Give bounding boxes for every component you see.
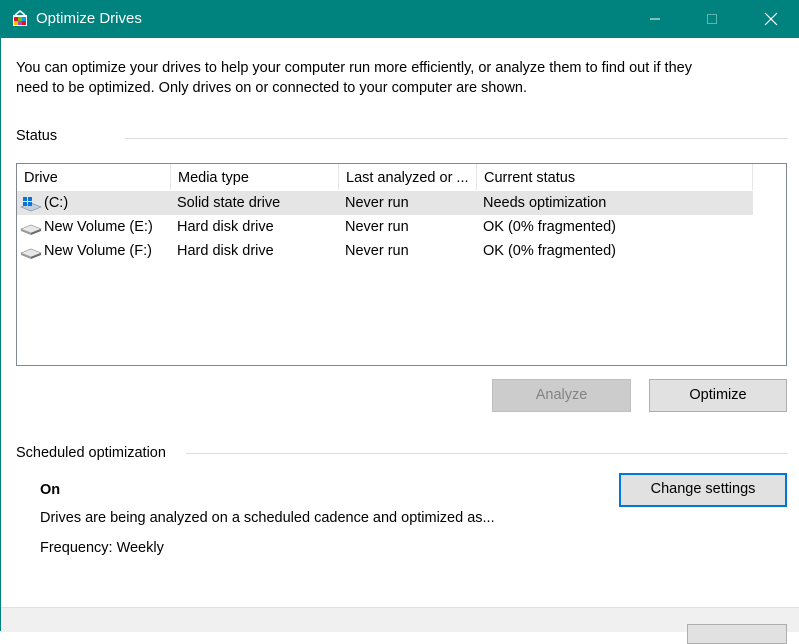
drive-last-analyzed: Never run (345, 219, 409, 235)
maximize-button[interactable] (689, 0, 735, 38)
optimize-drives-app-icon (13, 10, 27, 26)
drive-current-status: OK (0% fragmented) (483, 243, 616, 259)
drive-name: New Volume (F:) (44, 243, 152, 259)
drive-list-header: Drive Media type Last analyzed or ... Cu… (17, 164, 753, 190)
column-header-current-status[interactable]: Current status (477, 164, 753, 190)
schedule-frequency: Frequency: Weekly (40, 540, 164, 556)
hard-drive-icon (20, 224, 42, 235)
optimize-drives-window: Optimize Drives You can optimize your dr… (0, 0, 799, 644)
schedule-description: Drives are being analyzed on a scheduled… (40, 510, 495, 526)
close-dialog-button[interactable] (687, 624, 787, 644)
drive-list[interactable]: Drive Media type Last analyzed or ... Cu… (16, 163, 787, 366)
scheduled-optimization-label: Scheduled optimization (16, 445, 166, 461)
drive-current-status: Needs optimization (483, 195, 607, 211)
title-bar[interactable]: Optimize Drives (1, 0, 799, 38)
maximize-icon (707, 14, 717, 24)
drive-last-analyzed: Never run (345, 195, 409, 211)
drive-row-f[interactable]: New Volume (F:) Hard disk drive Never ru… (17, 239, 753, 263)
schedule-state: On (40, 482, 61, 498)
status-label: Status (16, 128, 58, 144)
intro-text: You can optimize your drives to help you… (16, 58, 776, 98)
dialog-footer (1, 607, 799, 644)
drive-row-c[interactable]: (C:) Solid state drive Never run Needs o… (17, 191, 753, 215)
optimize-button[interactable]: Optimize (649, 379, 787, 412)
drive-last-analyzed: Never run (345, 243, 409, 259)
hard-drive-icon (20, 248, 42, 259)
system-drive-icon (20, 197, 42, 212)
drive-name: (C:) (44, 195, 69, 211)
close-icon (764, 12, 778, 26)
close-button[interactable] (748, 0, 794, 38)
column-header-media-type[interactable]: Media type (171, 164, 339, 190)
drive-current-status: OK (0% fragmented) (483, 219, 616, 235)
drive-media-type: Hard disk drive (177, 219, 274, 235)
analyze-button[interactable]: Analyze (492, 379, 631, 412)
intro-line-2: need to be optimized. Only drives on or … (16, 80, 528, 96)
scheduled-separator (186, 453, 788, 454)
drive-name: New Volume (E:) (44, 219, 153, 235)
minimize-icon (650, 18, 660, 20)
drive-media-type: Hard disk drive (177, 243, 274, 259)
drive-media-type: Solid state drive (177, 195, 281, 211)
change-settings-button[interactable]: Change settings (619, 473, 787, 507)
drive-row-e[interactable]: New Volume (E:) Hard disk drive Never ru… (17, 215, 753, 239)
intro-line-1: You can optimize your drives to help you… (16, 60, 692, 76)
window-title: Optimize Drives (36, 10, 142, 27)
column-header-last-analyzed[interactable]: Last analyzed or ... (339, 164, 477, 190)
minimize-button[interactable] (632, 0, 678, 38)
status-separator (125, 138, 788, 139)
column-header-drive[interactable]: Drive (17, 164, 171, 190)
